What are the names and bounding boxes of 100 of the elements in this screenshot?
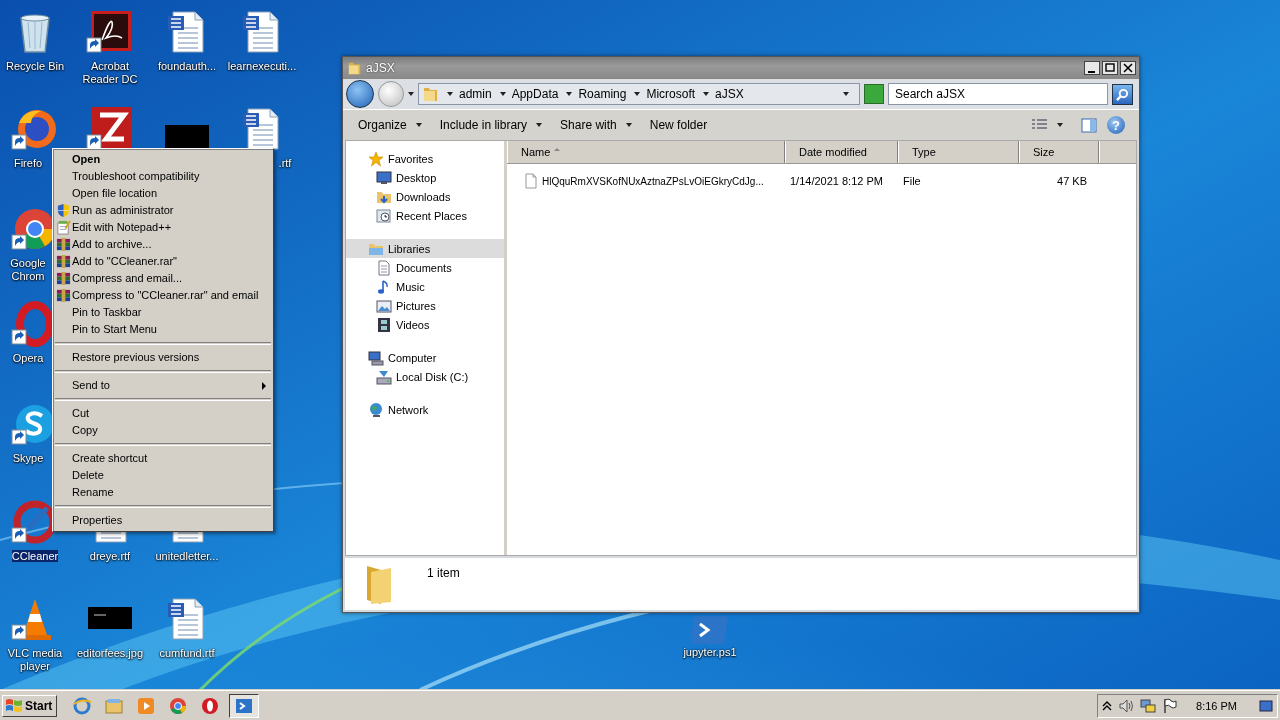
toolbar-button[interactable]: Share with [551, 114, 641, 136]
close-icon [1121, 62, 1135, 74]
archive-icon [56, 271, 71, 286]
menu-item[interactable]: Cut [53, 405, 273, 422]
icon-label: Acrobat Reader DC [82, 60, 138, 85]
search-field[interactable]: Search aJSX [888, 83, 1108, 105]
film-strip-icon [376, 316, 392, 333]
menu-item[interactable]: Add to archive... [53, 236, 273, 253]
icon-label: Google Chrom [10, 257, 46, 282]
column-header[interactable]: Date modified [785, 141, 898, 163]
nav-item[interactable]: Favorites [346, 149, 504, 168]
acrobat-icon[interactable] [86, 8, 134, 56]
icon-label: VLC media player [7, 647, 63, 672]
media-player-icon [136, 695, 157, 716]
menu-item[interactable]: Open [53, 151, 273, 168]
show-hidden-icons-icon[interactable] [1102, 700, 1113, 711]
toolbar-button[interactable]: New folder [640, 114, 717, 136]
table-cell-text: File [902, 175, 922, 187]
nav-item[interactable]: Documents [346, 258, 504, 277]
toolbar-button[interactable]: Include in library [430, 114, 552, 136]
nav-item[interactable]: Pictures [346, 296, 504, 315]
icon-label: jupyter.ps1 [683, 646, 737, 658]
column-header[interactable]: Name [507, 141, 785, 163]
globe-icon [368, 401, 384, 418]
dropdown-arrow-icon[interactable] [843, 92, 849, 96]
nav-item[interactable]: Desktop [346, 168, 504, 187]
icon-label: learnexecuti... [227, 60, 297, 72]
back-button[interactable] [346, 80, 374, 108]
nav-item[interactable]: Libraries [346, 239, 504, 258]
close-button[interactable] [1120, 61, 1136, 75]
file-name[interactable]: HlQquRmXVSKofNUxAztnaZPsLvOiEGkryCdJg... [507, 173, 785, 189]
nav-item[interactable]: Network [346, 400, 504, 419]
view-options-icon[interactable] [1031, 118, 1049, 132]
icon-label: unitedletter... [155, 550, 219, 562]
icon-label: foundauth... [157, 60, 217, 72]
preview-pane-icon[interactable] [1081, 117, 1097, 133]
menu-item[interactable]: Create shortcut [53, 450, 273, 467]
icon-label: cumfund.rtf [159, 647, 215, 659]
dropdown-arrow-icon[interactable] [1057, 123, 1063, 127]
menu-item[interactable]: Open file location [53, 185, 273, 202]
chrome-icon [168, 695, 189, 716]
flag-icon[interactable] [1162, 697, 1179, 714]
icon-label: Firefo [13, 157, 43, 169]
chevron-icon[interactable] [634, 92, 641, 96]
chevron-icon[interactable] [703, 92, 710, 96]
address-bar[interactable]: admin AppData Roaming Microsoft aJSX [418, 83, 860, 105]
clock[interactable]: 8:16 PM [1196, 699, 1237, 712]
nav-item[interactable]: Recent Places [346, 206, 504, 225]
nav-item[interactable]: Local Disk (C:) [346, 367, 504, 386]
nav-item[interactable]: Music [346, 277, 504, 296]
breadcrumb[interactable]: Microsoft [646, 87, 696, 101]
history-dropdown-icon[interactable] [408, 92, 414, 96]
menu-item[interactable]: Delete [53, 467, 273, 484]
status-text: 1 item [427, 566, 460, 580]
menu-item[interactable]: Edit with Notepad++ [53, 219, 273, 236]
menu-item[interactable]: Compress and email... [53, 270, 273, 287]
archive-icon [56, 288, 71, 303]
toolbar-button[interactable]: Organize [349, 114, 431, 136]
icon-label: editorfees.jpg [76, 647, 143, 659]
minimize-button[interactable] [1084, 61, 1100, 75]
menu-item[interactable]: Compress to "CCleaner.rar" and email [53, 287, 273, 304]
computer-icon [368, 349, 384, 366]
breadcrumb[interactable]: AppData [511, 87, 559, 101]
shield-icon [56, 203, 71, 218]
chevron-icon[interactable] [499, 92, 506, 96]
nav-item[interactable]: Computer [346, 348, 504, 367]
menu-item[interactable]: Run as administrator [53, 202, 273, 219]
column-header[interactable]: Size [1019, 141, 1099, 163]
chevron-icon[interactable] [566, 92, 573, 96]
menu-item[interactable]: Restore previous versions [53, 349, 273, 366]
network-icon[interactable] [1140, 697, 1157, 714]
monitor-icon [376, 169, 392, 186]
picture-frame-icon [376, 297, 392, 314]
chevron-icon[interactable] [447, 92, 453, 96]
menu-item[interactable]: Send to [53, 377, 273, 394]
menu-item[interactable]: Add to "CCleaner.rar" [53, 253, 273, 270]
taskbar-button[interactable] [229, 693, 260, 718]
menu-item[interactable]: Pin to Taskbar [53, 304, 273, 321]
breadcrumb[interactable]: Roaming [578, 87, 627, 101]
table-cell-text: 1/14/2021 8:12 PM [789, 175, 884, 187]
menu-item[interactable]: Properties [53, 512, 273, 529]
speaker-icon[interactable] [1118, 697, 1135, 714]
icon-label: CCleaner [11, 550, 59, 562]
menu-item[interactable]: Copy [53, 422, 273, 439]
search-button[interactable] [1112, 83, 1133, 105]
nav-item[interactable]: Downloads [346, 187, 504, 206]
breadcrumb[interactable]: admin [459, 87, 492, 101]
minimize-icon [1088, 71, 1095, 73]
nav-item[interactable]: Videos [346, 315, 504, 334]
menu-item[interactable]: Troubleshoot compatibility [53, 168, 273, 185]
maximize-button[interactable] [1102, 61, 1118, 75]
browser-icon [72, 695, 93, 716]
breadcrumb[interactable]: aJSX [715, 87, 744, 101]
column-header[interactable]: Type [898, 141, 1019, 163]
folder-icon [348, 61, 362, 75]
show-desktop-icon[interactable] [1259, 698, 1273, 713]
start-button[interactable]: Start [2, 694, 58, 717]
star-icon [368, 150, 384, 167]
menu-item[interactable]: Pin to Start Menu [53, 321, 273, 338]
menu-item[interactable]: Rename [53, 484, 273, 501]
